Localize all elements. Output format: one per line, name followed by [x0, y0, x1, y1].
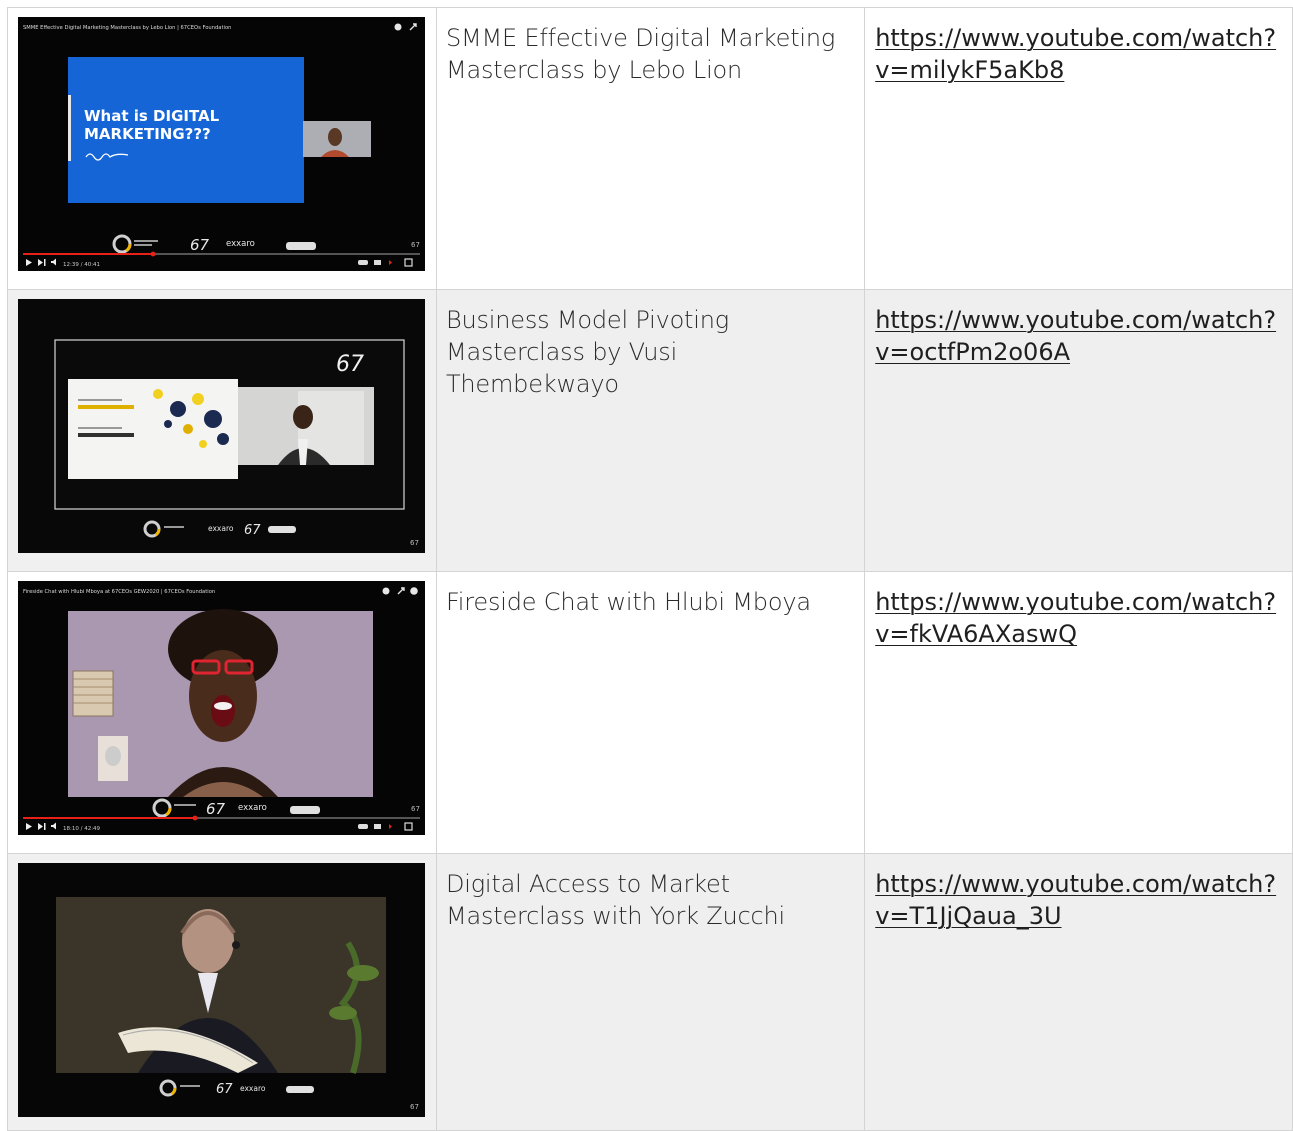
table-row: SMME Effective Digital Marketing Masterc…	[7, 7, 1293, 290]
link-cell: https://www.youtube.com/watch?v=octfPm2o…	[864, 289, 1293, 572]
video-title-overlay: Fireside Chat with Hlubi Mboya at 67CEOs…	[23, 589, 215, 595]
clock-icon[interactable]	[394, 23, 402, 31]
video-time: 12:39 / 40:41	[63, 262, 100, 268]
link-cell: https://www.youtube.com/watch?v=milykF5a…	[864, 7, 1293, 290]
table-row: 67 exxaro 67 67 Business Model Pivoting …	[7, 289, 1293, 572]
exxaro-logo: exxaro	[238, 803, 267, 813]
info-icon[interactable]	[410, 587, 418, 595]
svg-text:67: 67	[411, 805, 420, 813]
title-cell: Fireside Chat with Hlubi Mboya	[435, 571, 866, 854]
link-cell: https://www.youtube.com/watch?v=fkVA6AXa…	[864, 571, 1293, 854]
video-title: Fireside Chat with Hlubi Mboya	[445, 588, 811, 616]
video-thumbnail[interactable]: Fireside Chat with Hlubi Mboya at 67CEOs…	[18, 581, 425, 835]
video-title-overlay: SMME Effective Digital Marketing Masterc…	[23, 25, 231, 31]
slide-heading-line1: What is DIGITAL	[84, 107, 220, 125]
svg-text:67: 67	[336, 352, 364, 377]
title-cell: Digital Access to Market Masterclass wit…	[435, 853, 866, 1131]
video-time: 18:10 / 42:49	[63, 826, 101, 832]
svg-text:67: 67	[244, 523, 261, 538]
exxaro-logo: exxaro	[208, 524, 234, 533]
autoplay-toggle-icon[interactable]	[358, 824, 368, 829]
video-link[interactable]: https://www.youtube.com/watch?v=T1JjQaua…	[865, 854, 1292, 932]
svg-text:67: 67	[411, 241, 420, 249]
video-link[interactable]: https://www.youtube.com/watch?v=fkVA6AXa…	[865, 572, 1292, 650]
table-row: Fireside Chat with Hlubi Mboya at 67CEOs…	[7, 571, 1293, 854]
thumbnail-cell: 67 exxaro 67	[7, 853, 437, 1131]
captions-icon[interactable]	[374, 824, 381, 829]
video-thumbnail[interactable]: 67 exxaro 67	[18, 863, 425, 1117]
video-title: SMME Effective Digital Marketing Masterc…	[445, 24, 836, 84]
svg-text:67: 67	[410, 1103, 419, 1111]
slide-heading-line2: MARKETING???	[84, 125, 211, 143]
title-cell: SMME Effective Digital Marketing Masterc…	[435, 7, 866, 290]
svg-text:67: 67	[190, 236, 210, 254]
clock-icon[interactable]	[382, 587, 390, 595]
exxaro-logo: exxaro	[240, 1084, 266, 1093]
video-table: SMME Effective Digital Marketing Masterc…	[7, 7, 1293, 1131]
video-link[interactable]: https://www.youtube.com/watch?v=octfPm2o…	[865, 290, 1292, 368]
table-row: 67 exxaro 67 Digital Access to Market Ma…	[7, 853, 1293, 1131]
svg-text:67: 67	[206, 800, 226, 818]
svg-text:67: 67	[410, 539, 419, 547]
video-thumbnail[interactable]: SMME Effective Digital Marketing Masterc…	[18, 17, 425, 271]
link-cell: https://www.youtube.com/watch?v=T1JjQaua…	[864, 853, 1293, 1131]
video-thumbnail[interactable]: 67 exxaro 67 67	[18, 299, 425, 553]
autoplay-toggle-icon[interactable]	[358, 260, 368, 265]
video-title: Digital Access to Market Masterclass wit…	[445, 870, 786, 930]
thumbnail-cell: Fireside Chat with Hlubi Mboya at 67CEOs…	[7, 571, 437, 854]
video-title: Business Model Pivoting Masterclass by V…	[445, 306, 729, 398]
thumbnail-cell: SMME Effective Digital Marketing Masterc…	[7, 7, 437, 290]
title-cell: Business Model Pivoting Masterclass by V…	[435, 289, 866, 572]
captions-icon[interactable]	[374, 260, 381, 265]
video-link[interactable]: https://www.youtube.com/watch?v=milykF5a…	[865, 8, 1292, 86]
svg-text:67: 67	[216, 1082, 233, 1097]
exxaro-logo: exxaro	[226, 239, 255, 249]
thumbnail-cell: 67 exxaro 67 67	[7, 289, 437, 572]
